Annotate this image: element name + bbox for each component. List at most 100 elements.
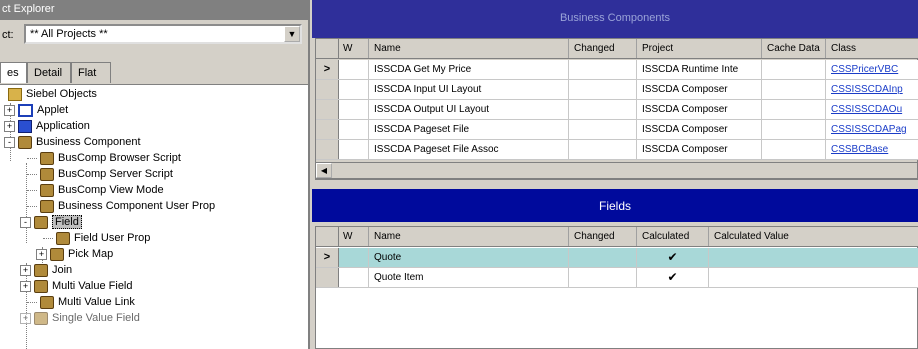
cell-class-link[interactable]: CSSISSCDAPag [826,120,918,139]
table-row[interactable]: ISSCDA Pageset File ISSCDA Composer CSSI… [316,120,918,140]
tree-item-applet[interactable]: + Applet [4,103,68,118]
cell-project[interactable]: ISSCDA Composer [637,80,762,99]
table-row[interactable]: ISSCDA Pageset File Assoc ISSCDA Compose… [316,140,918,160]
business-component-icon [40,167,54,181]
cell-class-link[interactable]: CSSPricerVBC [826,60,918,79]
cell-changed[interactable] [569,80,637,99]
cell-project[interactable]: ISSCDA Runtime Inte [637,60,762,79]
column-header-calculated-value[interactable]: Calculated Value [709,227,918,246]
collapse-toggle-icon[interactable]: - [4,136,15,148]
cell-name[interactable]: ISSCDA Get My Price [369,60,569,79]
business-component-icon [50,247,64,261]
tab-types[interactable]: es [0,62,27,83]
tree-item-buscomp-server-script[interactable]: BusComp Server Script [40,167,173,182]
tab-detail[interactable]: Detail [27,62,71,83]
cell-cache-data[interactable] [762,80,826,99]
column-header-changed[interactable]: Changed [569,39,637,58]
cell-changed[interactable] [569,268,637,287]
table-row[interactable]: > Quote ✔ [316,248,918,268]
cell-name[interactable]: ISSCDA Output UI Layout [369,100,569,119]
cell-changed[interactable] [569,248,637,267]
tree-item-buscomp-view-mode[interactable]: BusComp View Mode [40,183,164,198]
cell-project[interactable]: ISSCDA Composer [637,100,762,119]
tree-item-field[interactable]: - Field [20,215,82,230]
cell-class-link[interactable]: CSSISSCDAInp [826,80,918,99]
tab-flat[interactable]: Flat [71,62,111,83]
expand-toggle-icon[interactable]: + [20,312,31,324]
calculated-check-icon[interactable]: ✔ [637,248,709,267]
table-row[interactable]: > ISSCDA Get My Price ISSCDA Runtime Int… [316,60,918,80]
expand-toggle-icon[interactable]: + [4,120,15,132]
business-component-icon [40,151,54,165]
table-row[interactable]: Quote Item ✔ [316,268,918,288]
object-explorer-panel: ct Explorer ct: ** All Projects ** ▼ es … [0,0,310,349]
cell-name[interactable]: Quote Item [369,268,569,287]
cell-name[interactable]: Quote [369,248,569,267]
cell-name[interactable]: ISSCDA Pageset File [369,120,569,139]
column-header-w[interactable]: W [338,39,369,58]
tree-item-business-component[interactable]: - Business Component [4,135,141,150]
tree-item-pick-map[interactable]: + Pick Map [36,247,113,262]
expand-toggle-icon[interactable]: + [4,104,15,116]
cell-w [338,100,369,119]
cell-w [338,120,369,139]
cell-changed[interactable] [569,140,637,159]
column-header-name[interactable]: Name [369,227,569,246]
cell-changed[interactable] [569,120,637,139]
tree-item-join[interactable]: + Join [20,263,72,278]
tree-item-application[interactable]: + Application [4,119,90,134]
business-component-icon [56,231,70,245]
cell-w [338,60,369,79]
calculated-check-icon[interactable]: ✔ [637,268,709,287]
object-tree: Siebel Objects + Applet + Application - Bus… [0,84,308,349]
business-component-icon [34,263,48,277]
column-header-class[interactable]: Class [826,39,918,58]
application-icon [18,119,32,133]
tree-item-multi-value-field[interactable]: + Multi Value Field [20,279,133,294]
cell-changed[interactable] [569,100,637,119]
tree-item-business-component-user-prop[interactable]: Business Component User Prop [40,199,215,214]
tree-item-siebel-objects[interactable]: Siebel Objects [8,87,97,102]
cell-project[interactable]: ISSCDA Composer [637,140,762,159]
expand-toggle-icon[interactable]: + [20,280,31,292]
business-components-title: Business Components [312,0,918,38]
tree-item-multi-value-link[interactable]: Multi Value Link [40,295,135,310]
cell-class-link[interactable]: CSSISSCDAOu [826,100,918,119]
cell-cache-data[interactable] [762,120,826,139]
cell-class-link[interactable]: CSSBCBase [826,140,918,159]
column-header-calculated[interactable]: Calculated [637,227,709,246]
cell-changed[interactable] [569,60,637,79]
column-header-name[interactable]: Name [369,39,569,58]
table-row[interactable]: ISSCDA Input UI Layout ISSCDA Composer C… [316,80,918,100]
fields-grid: W Name Changed Calculated Calculated Val… [315,226,918,349]
tree-item-buscomp-browser-script[interactable]: BusComp Browser Script [40,151,181,166]
business-component-icon [40,295,54,309]
table-row[interactable]: ISSCDA Output UI Layout ISSCDA Composer … [316,100,918,120]
cell-cache-data[interactable] [762,140,826,159]
business-component-icon [40,199,54,213]
cell-calculated-value[interactable] [709,248,918,267]
cell-cache-data[interactable] [762,60,826,79]
cell-cache-data[interactable] [762,100,826,119]
horizontal-scrollbar[interactable]: ◀ [315,162,918,179]
collapse-toggle-icon[interactable]: - [20,216,31,228]
expand-toggle-icon[interactable]: + [36,248,47,260]
column-header-cache-data[interactable]: Cache Data [762,39,826,58]
row-indicator-icon [316,120,339,139]
column-header-project[interactable]: Project [637,39,762,58]
cell-project[interactable]: ISSCDA Composer [637,120,762,139]
scroll-left-icon[interactable]: ◀ [316,163,332,178]
project-select[interactable]: ** All Projects ** ▼ [24,24,302,44]
business-component-icon [34,215,48,229]
cell-calculated-value[interactable] [709,268,918,287]
dropdown-arrow-icon[interactable]: ▼ [284,26,300,42]
column-header-changed[interactable]: Changed [569,227,637,246]
tree-item-field-user-prop[interactable]: Field User Prop [56,231,150,246]
cell-name[interactable]: ISSCDA Input UI Layout [369,80,569,99]
tree-item-single-value-field[interactable]: + Single Value Field [20,311,140,326]
row-indicator-icon: > [316,60,339,79]
column-header-w[interactable]: W [338,227,369,246]
row-indicator-icon [316,80,339,99]
expand-toggle-icon[interactable]: + [20,264,31,276]
cell-name[interactable]: ISSCDA Pageset File Assoc [369,140,569,159]
